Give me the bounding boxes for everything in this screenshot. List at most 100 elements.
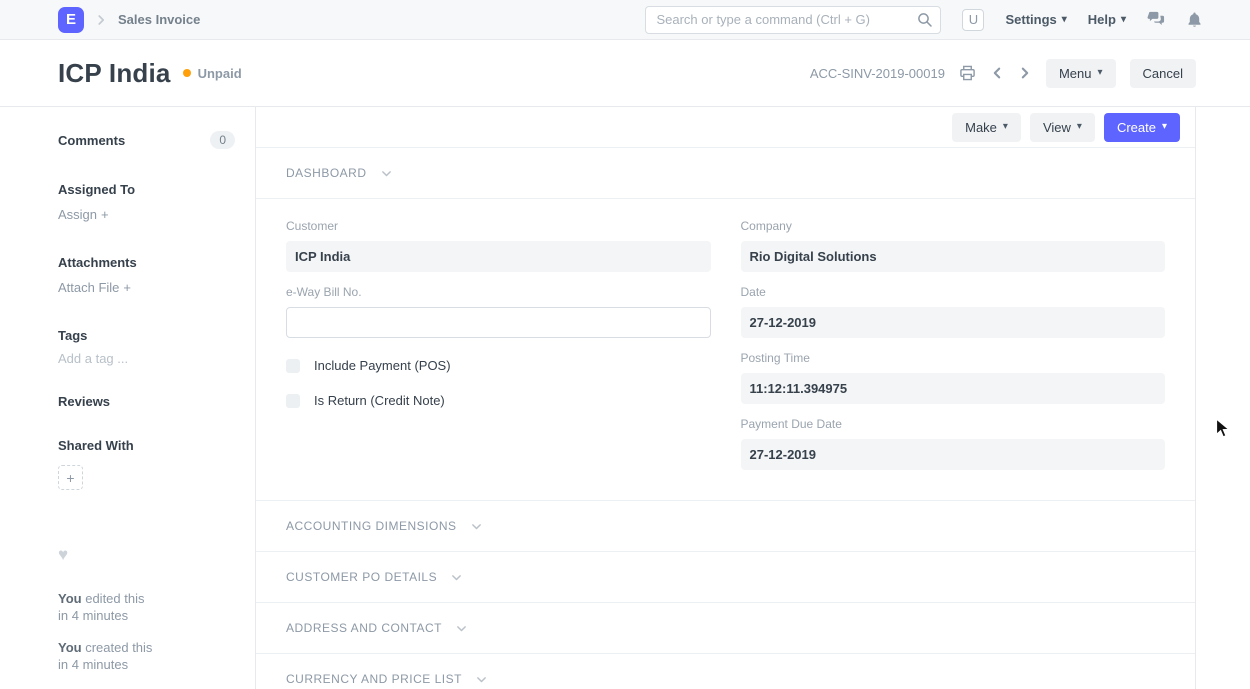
navbar-right: U Settings ▾ Help ▾ xyxy=(645,6,1202,34)
chevron-down-icon: ▾ xyxy=(1162,122,1167,132)
avatar[interactable]: U xyxy=(962,9,984,31)
eway-bill-field-group: e-Way Bill No. xyxy=(286,285,711,338)
settings-label: Settings xyxy=(1005,12,1056,27)
print-icon[interactable] xyxy=(959,65,976,81)
include-payment-checkbox[interactable] xyxy=(286,359,300,373)
customer-field-group: Customer ICP India xyxy=(286,219,711,272)
search-input[interactable] xyxy=(645,6,941,34)
plus-icon: + xyxy=(123,280,131,295)
make-button-label: Make xyxy=(965,120,997,135)
section-dashboard[interactable]: DASHBOARD xyxy=(256,148,1195,199)
section-address-and-contact[interactable]: ADDRESS AND CONTACT xyxy=(256,603,1195,654)
prev-doc-chevron-left-icon[interactable] xyxy=(990,66,1004,80)
chevron-down-icon xyxy=(475,673,488,686)
cancel-button[interactable]: Cancel xyxy=(1130,59,1196,88)
activity-who: You xyxy=(58,640,82,655)
attachments-heading: Attachments xyxy=(58,255,235,270)
search-icon[interactable] xyxy=(917,12,933,33)
section-currency-and-price-list[interactable]: CURRENCY AND PRICE LIST xyxy=(256,654,1195,689)
attach-file-label: Attach File xyxy=(58,280,119,295)
activity-when: in 4 minutes xyxy=(58,607,235,624)
section-currency-and-price-list-label: CURRENCY AND PRICE LIST xyxy=(286,672,462,686)
chevron-down-icon: ▾ xyxy=(1077,122,1082,132)
help-menu[interactable]: Help ▾ xyxy=(1088,12,1126,27)
create-button[interactable]: Create ▾ xyxy=(1104,113,1180,142)
chat-icon[interactable] xyxy=(1147,11,1166,28)
like-heart-icon[interactable]: ♥ xyxy=(58,545,235,565)
add-tag-input[interactable]: Add a tag ... xyxy=(58,351,235,366)
view-button[interactable]: View ▾ xyxy=(1030,113,1095,142)
date-field[interactable]: 27-12-2019 xyxy=(741,307,1166,338)
company-field-group: Company Rio Digital Solutions xyxy=(741,219,1166,272)
menu-button-label: Menu xyxy=(1059,66,1092,81)
section-dashboard-label: DASHBOARD xyxy=(286,166,367,180)
page-head: ICP India Unpaid ACC-SINV-2019-00019 Men… xyxy=(0,40,1250,107)
activity-created: You created this in 4 minutes xyxy=(58,639,235,673)
fields-column-right: Company Rio Digital Solutions Date 27-12… xyxy=(741,219,1166,470)
comments-label[interactable]: Comments xyxy=(58,133,125,148)
payment-due-date-field-label: Payment Due Date xyxy=(741,417,1166,431)
date-field-group: Date 27-12-2019 xyxy=(741,285,1166,338)
chevron-down-icon xyxy=(450,571,463,584)
activity-action: created this xyxy=(85,640,152,655)
form-sidebar: Comments 0 Assigned To Assign+ Attachmen… xyxy=(0,107,255,689)
navbar: E Sales Invoice U Settings ▾ Help ▾ xyxy=(0,0,1250,40)
form-toolbar: Make ▾ View ▾ Create ▾ xyxy=(256,107,1195,148)
form-area: Make ▾ View ▾ Create ▾ DASHBOARD xyxy=(255,107,1196,689)
date-field-label: Date xyxy=(741,285,1166,299)
payment-due-date-field[interactable]: 27-12-2019 xyxy=(741,439,1166,470)
make-button[interactable]: Make ▾ xyxy=(952,113,1021,142)
section-customer-po-details-label: CUSTOMER PO DETAILS xyxy=(286,570,437,584)
activity-when: in 4 minutes xyxy=(58,656,235,673)
posting-time-field[interactable]: 11:12:11.394975 xyxy=(741,373,1166,404)
plus-icon: + xyxy=(66,470,74,486)
customer-field[interactable]: ICP India xyxy=(286,241,711,272)
comments-count-badge[interactable]: 0 xyxy=(210,131,235,149)
chevron-down-icon xyxy=(470,520,483,533)
cancel-button-label: Cancel xyxy=(1143,66,1183,81)
app-logo[interactable]: E xyxy=(58,7,84,33)
posting-time-field-label: Posting Time xyxy=(741,351,1166,365)
is-return-checkbox[interactable] xyxy=(286,394,300,408)
tags-heading: Tags xyxy=(58,328,235,343)
include-payment-label: Include Payment (POS) xyxy=(314,358,451,373)
activity-edited: You edited this in 4 minutes xyxy=(58,590,235,624)
breadcrumb-chevron-icon xyxy=(94,13,108,27)
assign-button[interactable]: Assign+ xyxy=(58,207,235,222)
company-field-label: Company xyxy=(741,219,1166,233)
assign-label: Assign xyxy=(58,207,97,222)
fields-column-left: Customer ICP India e-Way Bill No. Includ… xyxy=(286,219,711,470)
search-wrap xyxy=(645,6,941,34)
settings-menu[interactable]: Settings ▾ xyxy=(1005,12,1066,27)
chevron-down-icon: ▾ xyxy=(1098,68,1103,78)
head-actions: ACC-SINV-2019-00019 Menu ▾ Cancel xyxy=(810,59,1196,88)
eway-bill-input[interactable] xyxy=(286,307,711,338)
title-area: ICP India Unpaid xyxy=(58,58,242,89)
reviews-heading: Reviews xyxy=(58,394,235,409)
invoice-fields-section: Customer ICP India e-Way Bill No. Includ… xyxy=(256,199,1195,501)
section-address-and-contact-label: ADDRESS AND CONTACT xyxy=(286,621,442,635)
next-doc-chevron-right-icon[interactable] xyxy=(1018,66,1032,80)
breadcrumb[interactable]: Sales Invoice xyxy=(118,12,200,27)
chevron-down-icon: ▾ xyxy=(1062,15,1067,25)
chevron-down-icon: ▾ xyxy=(1121,15,1126,25)
page-title: ICP India xyxy=(58,58,171,89)
activity-action: edited this xyxy=(85,591,144,606)
content: Comments 0 Assigned To Assign+ Attachmen… xyxy=(0,107,1250,689)
menu-button[interactable]: Menu ▾ xyxy=(1046,59,1116,88)
section-customer-po-details[interactable]: CUSTOMER PO DETAILS xyxy=(256,552,1195,603)
notifications-bell-icon[interactable] xyxy=(1187,11,1202,28)
status-dot-icon xyxy=(183,69,191,77)
eway-bill-field-label: e-Way Bill No. xyxy=(286,285,711,299)
add-share-button[interactable]: + xyxy=(58,465,83,490)
posting-time-field-group: Posting Time 11:12:11.394975 xyxy=(741,351,1166,404)
status-label: Unpaid xyxy=(198,66,242,81)
view-button-label: View xyxy=(1043,120,1071,135)
company-field[interactable]: Rio Digital Solutions xyxy=(741,241,1166,272)
shared-with-heading: Shared With xyxy=(58,438,235,453)
navbar-left: E Sales Invoice xyxy=(58,7,200,33)
attach-file-button[interactable]: Attach File + xyxy=(58,280,235,295)
include-payment-checkbox-row: Include Payment (POS) xyxy=(286,358,711,373)
right-gutter xyxy=(1196,107,1250,689)
section-accounting-dimensions[interactable]: ACCOUNTING DIMENSIONS xyxy=(256,501,1195,552)
